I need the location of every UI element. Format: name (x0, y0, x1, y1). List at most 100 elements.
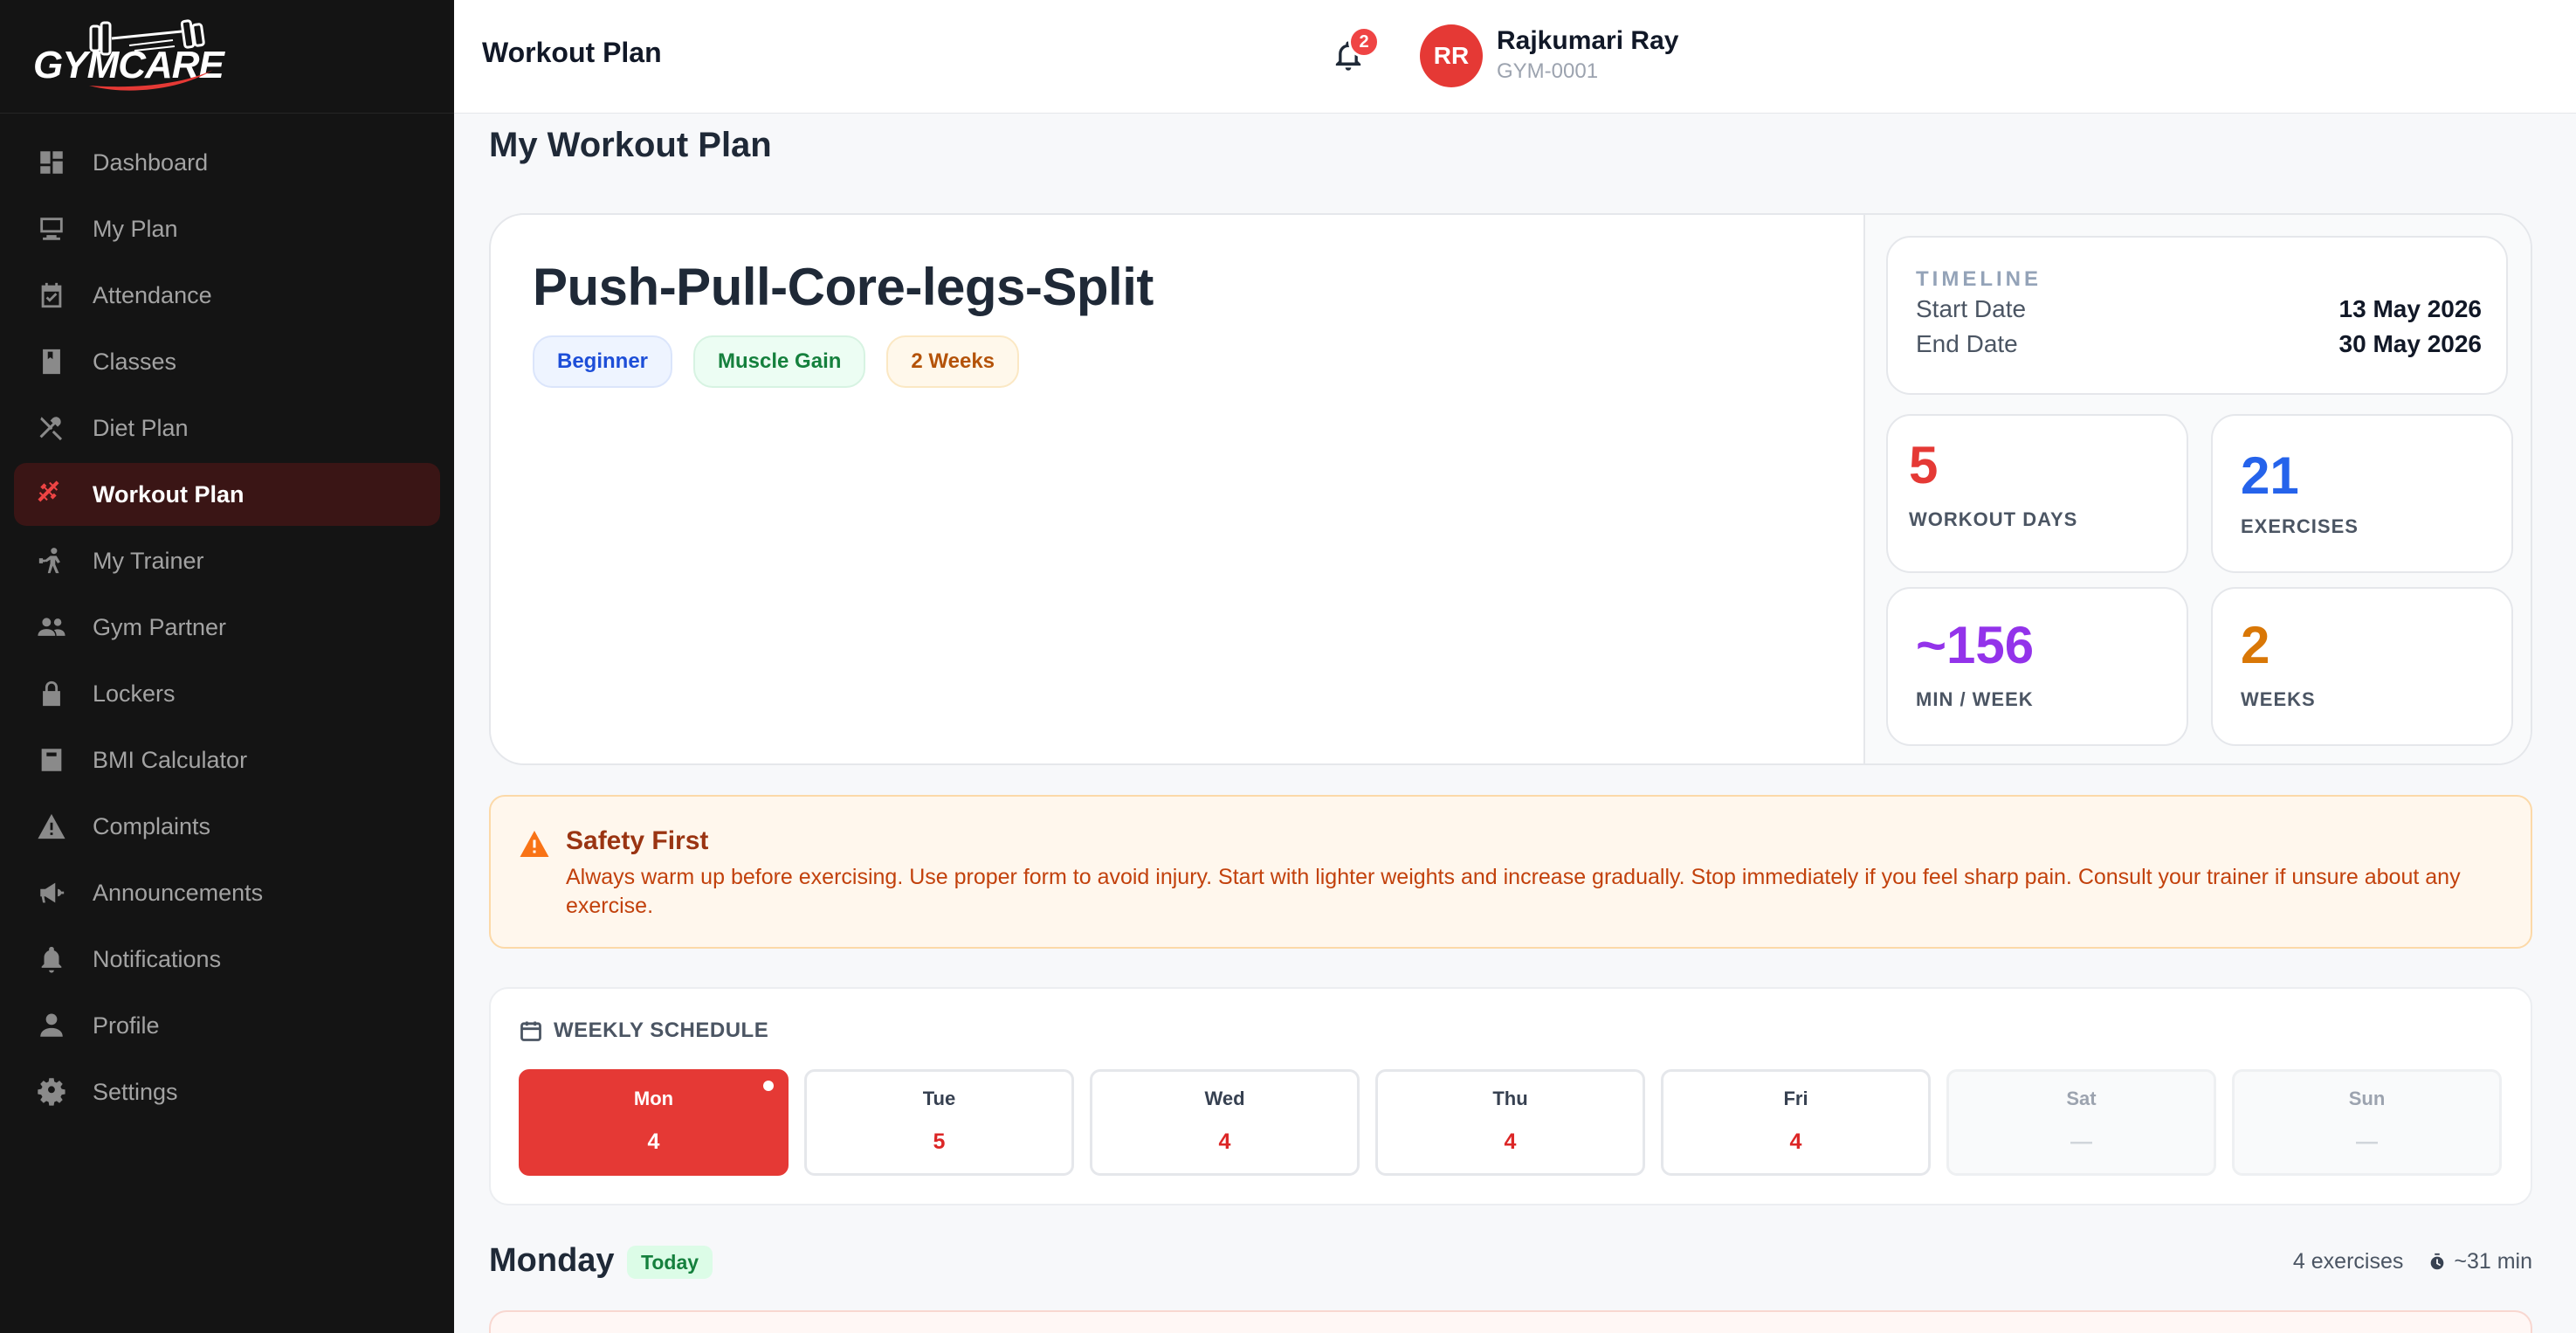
stat-value: 2 (2241, 616, 2270, 674)
safety-text: Always warm up before exercising. Use pr… (566, 865, 2461, 918)
level-tag: Beginner (533, 335, 673, 388)
stat-exercises: 21 EXERCISES (2211, 414, 2513, 573)
sidebar-item-label: My Trainer (93, 547, 204, 574)
schedule-header: WEEKLY SCHEDULE (519, 1019, 768, 1043)
gymcare-logo[interactable]: GYMCARE (33, 17, 224, 96)
end-date-value: 30 May 2026 (2338, 330, 2482, 357)
topbar-title: Workout Plan (482, 37, 662, 68)
utensils-icon (35, 411, 68, 445)
sidebar-item-label: Classes (93, 348, 177, 375)
sidebar-item-workout-plan[interactable]: Workout Plan (14, 463, 440, 526)
trainer-icon (35, 544, 68, 577)
stat-value: ~156 (1916, 616, 2035, 674)
exercise-count: 4 exercises (2292, 1249, 2404, 1274)
sidebar-nav: Dashboard My Plan Attendance Classes Die… (0, 114, 454, 1123)
day-card-sun[interactable]: Sun — (2232, 1069, 2502, 1176)
topbar: Workout Plan 2 RR Rajkumari Ray GYM-0001 (454, 0, 2576, 114)
sidebar-item-label: Gym Partner (93, 613, 227, 640)
stat-min-per-week: ~156 MIN / WEEK (1886, 587, 2188, 746)
start-date-value: 13 May 2026 (2338, 295, 2482, 322)
day-card-fri[interactable]: Fri 4 (1661, 1069, 1931, 1176)
sidebar-item-label: Diet Plan (93, 414, 189, 441)
sidebar-item-gym-partner[interactable]: Gym Partner (14, 596, 440, 659)
stat-label: MIN / WEEK (1916, 688, 2034, 710)
user-name[interactable]: Rajkumari Ray (1497, 26, 1678, 56)
stat-label: WORKOUT DAYS (1909, 508, 2078, 530)
stat-label: EXERCISES (2241, 515, 2359, 537)
day-exercise-count: — (2070, 1129, 2092, 1154)
day-card-thu[interactable]: Thu 4 (1375, 1069, 1645, 1176)
sidebar-item-notifications[interactable]: Notifications (14, 928, 440, 991)
user-id: GYM-0001 (1497, 59, 1599, 83)
person-icon (35, 1009, 68, 1042)
sidebar-item-label: Complaints (93, 812, 211, 839)
sidebar-item-announcements[interactable]: Announcements (14, 861, 440, 924)
sidebar-item-classes[interactable]: Classes (14, 330, 440, 393)
sidebar-item-label: Announcements (93, 879, 264, 906)
day-exercise-count: 5 (933, 1129, 946, 1154)
stopwatch-icon (2431, 1253, 2444, 1269)
day-detail-title: Monday (489, 1242, 615, 1279)
calculator-icon (35, 743, 68, 777)
plan-card: Push-Pull-Core-legs-Split Beginner Muscl… (489, 213, 2532, 765)
sidebar-item-lockers[interactable]: Lockers (14, 662, 440, 725)
day-exercise-count: 4 (1789, 1129, 1802, 1154)
people-icon (35, 611, 68, 644)
warning-icon (520, 831, 549, 857)
stat-label: WEEKS (2241, 688, 2316, 710)
safety-title: Safety First (566, 826, 709, 855)
sidebar-item-label: BMI Calculator (93, 746, 248, 773)
sidebar-item-label: Workout Plan (93, 480, 245, 508)
exercise-card[interactable] (489, 1310, 2532, 1333)
calendar-icon (520, 1021, 541, 1041)
day-exercise-count: — (2356, 1129, 2378, 1154)
start-date-row: Start Date 13 May 2026 (1916, 295, 2482, 323)
dumbbell-icon (35, 478, 68, 511)
day-exercise-count: 4 (1504, 1129, 1517, 1154)
weekly-schedule: WEEKLY SCHEDULE Mon 4 Tue 5 Wed 4 Thu 4 … (489, 987, 2532, 1205)
sidebar-item-dashboard[interactable]: Dashboard (14, 131, 440, 194)
avatar[interactable]: RR (1420, 24, 1483, 87)
day-card-wed[interactable]: Wed 4 (1090, 1069, 1360, 1176)
calendar-check-icon (35, 279, 68, 312)
sidebar-item-label: Dashboard (93, 148, 209, 176)
sidebar-item-settings[interactable]: Settings (14, 1060, 440, 1123)
day-name: Sun (2348, 1088, 2386, 1109)
day-card-mon[interactable]: Mon 4 (519, 1069, 789, 1176)
sidebar-item-label: Notifications (93, 945, 222, 972)
plan-tags: Beginner Muscle Gain 2 Weeks (533, 335, 1020, 388)
sidebar-item-my-trainer[interactable]: My Trainer (14, 529, 440, 592)
day-detail-header: Monday Today 4 exercises ~31 min (489, 1237, 2532, 1289)
sidebar-item-profile[interactable]: Profile (14, 994, 440, 1057)
stat-weeks: 2 WEEKS (2211, 587, 2513, 746)
end-date-label: End Date (1916, 330, 2018, 357)
timeline-box: TIMELINE Start Date 13 May 2026 End Date… (1886, 236, 2508, 395)
sidebar-item-label: Lockers (93, 680, 176, 707)
duration: ~31 min (2454, 1249, 2532, 1274)
day-name: Fri (1783, 1088, 1808, 1109)
plan-stats-panel: TIMELINE Start Date 13 May 2026 End Date… (1863, 215, 2531, 763)
logo-swoosh-icon (89, 69, 213, 91)
day-name: Tue (922, 1088, 956, 1109)
end-date-row: End Date 30 May 2026 (1916, 330, 2482, 358)
sidebar-item-attendance[interactable]: Attendance (14, 264, 440, 327)
duration-tag: 2 Weeks (886, 335, 1020, 388)
bell-icon (35, 943, 68, 976)
megaphone-icon (35, 876, 68, 909)
plan-icon (35, 212, 68, 245)
start-date-label: Start Date (1916, 295, 2027, 322)
today-badge: Today (627, 1246, 713, 1279)
sidebar-item-complaints[interactable]: Complaints (14, 795, 440, 858)
dashboard-icon (35, 146, 68, 179)
day-card-sat[interactable]: Sat — (1946, 1069, 2216, 1176)
sidebar-item-label: Profile (93, 1012, 160, 1039)
day-exercise-count: 4 (1218, 1129, 1231, 1154)
sidebar-item-label: Settings (93, 1078, 178, 1105)
timeline-label: TIMELINE (1916, 267, 2042, 291)
warning-icon (35, 810, 68, 843)
sidebar-item-diet-plan[interactable]: Diet Plan (14, 397, 440, 459)
day-card-tue[interactable]: Tue 5 (804, 1069, 1074, 1176)
sidebar-item-my-plan[interactable]: My Plan (14, 197, 440, 260)
sidebar-item-bmi-calculator[interactable]: BMI Calculator (14, 729, 440, 791)
goal-tag: Muscle Gain (693, 335, 866, 388)
